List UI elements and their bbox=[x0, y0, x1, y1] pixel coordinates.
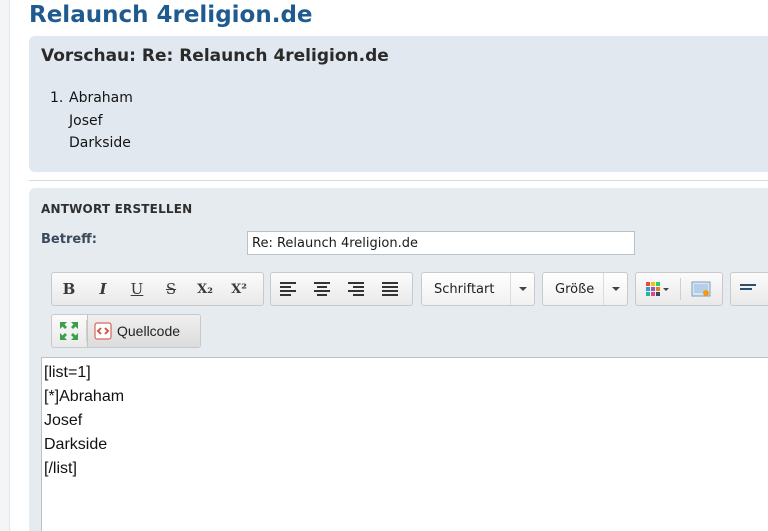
maximize-icon bbox=[60, 322, 78, 340]
message-editor[interactable]: [list=1] [*]Abraham Josef Darkside [/lis… bbox=[41, 357, 768, 531]
preview-list-item: Abraham bbox=[69, 90, 133, 106]
editor-line: [/list] bbox=[44, 460, 77, 477]
preview-list: 1. Abraham Josef Darkside bbox=[50, 87, 133, 155]
align-left-button[interactable] bbox=[271, 274, 305, 304]
view-toolbar-group: Quellcode bbox=[51, 314, 201, 348]
color-picker-button[interactable] bbox=[636, 274, 680, 304]
format-toolbar-group: B I U S X₂ X² bbox=[51, 272, 264, 306]
superscript-button[interactable]: X² bbox=[222, 274, 256, 304]
underline-button[interactable]: U bbox=[120, 274, 154, 304]
source-code-icon bbox=[94, 322, 112, 340]
reply-heading: ANTWORT ERSTELLEN bbox=[41, 202, 193, 216]
horizontal-rule-button[interactable] bbox=[731, 274, 765, 304]
italic-button[interactable]: I bbox=[86, 274, 120, 304]
justify-icon bbox=[382, 282, 398, 296]
align-left-icon bbox=[280, 282, 296, 296]
editor-line: Josef bbox=[44, 412, 83, 429]
strikethrough-button[interactable]: S bbox=[154, 274, 188, 304]
color-toolbar-group bbox=[635, 272, 723, 306]
editor-line: [*]Abraham bbox=[44, 388, 125, 405]
align-right-button[interactable] bbox=[339, 274, 373, 304]
subscript-button[interactable]: X₂ bbox=[188, 274, 222, 304]
font-select-label: Schriftart bbox=[434, 281, 495, 297]
preview-title: Vorschau: Re: Relaunch 4religion.de bbox=[41, 46, 389, 66]
bold-button[interactable]: B bbox=[52, 274, 86, 304]
color-grid-icon bbox=[645, 282, 669, 296]
editor-line: [list=1] bbox=[44, 364, 91, 381]
source-code-label: Quellcode bbox=[117, 323, 181, 339]
extra-toolbar-group bbox=[730, 272, 768, 306]
justify-button[interactable] bbox=[373, 274, 407, 304]
align-toolbar-group bbox=[270, 272, 413, 306]
size-select-label: Größe bbox=[555, 281, 595, 297]
align-center-button[interactable] bbox=[305, 274, 339, 304]
editor-line: Darkside bbox=[44, 436, 108, 453]
chevron-down-icon bbox=[510, 273, 534, 305]
preview-list-item: Josef bbox=[69, 112, 103, 129]
insert-image-button[interactable] bbox=[680, 274, 722, 304]
preview-panel: Vorschau: Re: Relaunch 4religion.de 1. A… bbox=[29, 36, 768, 172]
align-right-icon bbox=[348, 282, 364, 296]
source-code-button[interactable]: Quellcode bbox=[87, 315, 200, 347]
size-select[interactable]: Größe bbox=[542, 272, 628, 306]
preview-list-number: 1. bbox=[50, 90, 64, 106]
subject-input[interactable] bbox=[247, 231, 635, 255]
section-divider bbox=[29, 180, 768, 181]
page-title: Relaunch 4religion.de bbox=[29, 2, 313, 28]
maximize-button[interactable] bbox=[52, 316, 86, 346]
left-rail bbox=[0, 0, 10, 531]
subject-label: Betreff: bbox=[41, 232, 97, 247]
image-icon bbox=[691, 281, 711, 297]
font-select[interactable]: Schriftart bbox=[421, 272, 535, 306]
align-icon bbox=[740, 284, 756, 290]
chevron-down-icon bbox=[603, 273, 627, 305]
preview-list-item: Darkside bbox=[69, 135, 131, 151]
align-center-icon bbox=[314, 282, 330, 296]
